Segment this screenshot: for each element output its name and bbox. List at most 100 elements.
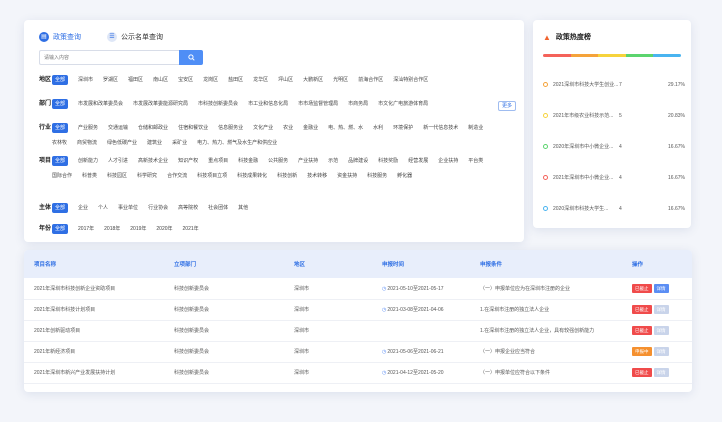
filter-option[interactable]: 市科技创新委员会	[198, 99, 238, 109]
filter-option[interactable]: 农林牧	[52, 138, 67, 148]
filter-option[interactable]: 经营发展	[408, 156, 428, 166]
filter-option[interactable]: 采矿业	[172, 138, 187, 148]
filter-option[interactable]: 金融业	[303, 123, 318, 133]
filter-option[interactable]: 市工业和信息化局	[248, 99, 288, 109]
filter-option[interactable]: 人才引进	[108, 156, 128, 166]
filter-option[interactable]: 绿色低碳产业	[107, 138, 137, 148]
filter-option[interactable]: 市发展改革委能源研究局	[133, 99, 188, 109]
filter-option[interactable]: 产业扶持	[298, 156, 318, 166]
filter-option[interactable]: 品牌建设	[348, 156, 368, 166]
filter-option[interactable]: 知识产权	[178, 156, 198, 166]
filter-option[interactable]: 大鹏新区	[303, 75, 323, 85]
status-button[interactable]: 已截止	[632, 305, 652, 314]
filter-option[interactable]: 制造业	[468, 123, 483, 133]
filter-option[interactable]: 事业单位	[118, 203, 138, 213]
filter-option[interactable]: 高等院校	[178, 203, 198, 213]
filter-option[interactable]: 2017年	[78, 224, 94, 234]
filter-option[interactable]: 全部	[52, 156, 69, 166]
filter-option[interactable]: 市发展和改革委员会	[78, 99, 123, 109]
filter-option[interactable]: 新一代信息技术	[423, 123, 458, 133]
table-row[interactable]: 2021年深圳市科技计划项目 科技创新委员会 深圳市 ◷2021-03-08至2…	[24, 299, 692, 320]
filter-option[interactable]: 深汕特别合作区	[393, 75, 428, 85]
filter-option[interactable]: 企业	[78, 203, 88, 213]
filter-option[interactable]: 电力、热力、燃气及水生产和供应业	[197, 138, 277, 148]
filter-option[interactable]: 社会团体	[208, 203, 228, 213]
hot-ranking-item[interactable]: 2020年深圳市中小微企业... 4 16.67%	[543, 143, 685, 150]
filter-option[interactable]: 福田区	[128, 75, 143, 85]
filter-option[interactable]: 2020年	[156, 224, 172, 234]
filter-option[interactable]: 产业服务	[78, 123, 98, 133]
search-button[interactable]	[179, 50, 203, 65]
hot-ranking-item[interactable]: 2021深圳市科技大学生创业... 7 29.17%	[543, 81, 685, 88]
filter-option[interactable]: 罗湖区	[103, 75, 118, 85]
filter-option[interactable]: 全部	[52, 99, 69, 109]
filter-option[interactable]: 龙岗区	[203, 75, 218, 85]
detail-button[interactable]: 详情	[653, 368, 669, 377]
filter-option[interactable]: 全部	[52, 75, 69, 85]
filter-option[interactable]: 全部	[52, 123, 69, 133]
filter-option[interactable]: 交通运输	[108, 123, 128, 133]
hot-ranking-item[interactable]: 2020深圳市科技大学生... 4 16.67%	[543, 205, 685, 212]
filter-option[interactable]: 市市场监督管理局	[298, 99, 338, 109]
filter-option[interactable]: 示范	[328, 156, 338, 166]
filter-option[interactable]: 住宿和餐饮业	[178, 123, 208, 133]
filter-option[interactable]: 技术转移	[307, 171, 327, 181]
table-row[interactable]: 2021年创新驱动项目 科技创新委员会 深圳市 1.在深圳市注册的独立法人企业，…	[24, 320, 692, 341]
filter-option[interactable]: 2018年	[104, 224, 120, 234]
filter-option[interactable]: 科技园区	[107, 171, 127, 181]
filter-option[interactable]: 企业扶持	[438, 156, 458, 166]
filter-option[interactable]: 坪山区	[278, 75, 293, 85]
filter-option[interactable]: 孵化器	[397, 171, 412, 181]
filter-option[interactable]: 科技服务	[367, 171, 387, 181]
detail-button[interactable]: 详情	[653, 283, 669, 293]
status-button[interactable]: 已截止	[632, 326, 652, 335]
filter-option[interactable]: 资金扶持	[337, 171, 357, 181]
tab-policy-query[interactable]: ▤ 政策查询	[39, 32, 81, 42]
filter-option[interactable]: 2019年	[130, 224, 146, 234]
filter-option[interactable]: 龙华区	[253, 75, 268, 85]
filter-option[interactable]: 市文化广电旅游体育局	[378, 99, 428, 109]
filter-option[interactable]: 科技创新	[277, 171, 297, 181]
filter-option[interactable]: 农业	[283, 123, 293, 133]
tab-public-list-query[interactable]: ☰ 公示名单查询	[107, 32, 163, 42]
filter-option[interactable]: 仓储和邮政业	[138, 123, 168, 133]
filter-option[interactable]: 南山区	[153, 75, 168, 85]
status-button[interactable]: 已截止	[632, 283, 652, 293]
filter-option[interactable]: 国际合作	[52, 171, 72, 181]
filter-option[interactable]: 个人	[98, 203, 108, 213]
filter-option[interactable]: 科技金融	[238, 156, 258, 166]
table-row[interactable]: 2021年新经济项目 科技创新委员会 深圳市 ◷2021-05-06至2021-…	[24, 341, 692, 362]
hot-ranking-item[interactable]: 2021年市级农业科技示范... 5 20.83%	[543, 112, 685, 119]
filter-option[interactable]: 光明区	[333, 75, 348, 85]
filter-option[interactable]: 市商务局	[348, 99, 368, 109]
filter-option[interactable]: 合作交流	[167, 171, 187, 181]
filter-option[interactable]: 科学研究	[137, 171, 157, 181]
filter-option[interactable]: 信息服务业	[218, 123, 243, 133]
filter-option[interactable]: 科普类	[82, 171, 97, 181]
filter-option[interactable]: 文化产业	[253, 123, 273, 133]
status-button[interactable]: 已截止	[632, 368, 652, 377]
filter-option[interactable]: 水利	[373, 123, 383, 133]
filter-option[interactable]: 前海合作区	[358, 75, 383, 85]
filter-option[interactable]: 深圳市	[78, 75, 93, 85]
filter-option[interactable]: 行业协会	[148, 203, 168, 213]
filter-option[interactable]: 创新能力	[78, 156, 98, 166]
table-row[interactable]: 2021年深圳市新兴产业发展扶持计划 科技创新委员会 深圳市 ◷2021-04-…	[24, 362, 692, 383]
filter-option[interactable]: 全部	[52, 203, 69, 213]
detail-button[interactable]: 详情	[653, 347, 669, 356]
search-input[interactable]	[39, 50, 179, 65]
filter-option[interactable]: 科技成果转化	[237, 171, 267, 181]
filter-option[interactable]: 重点项目	[208, 156, 228, 166]
filter-option[interactable]: 其他	[238, 203, 248, 213]
filter-option[interactable]: 宝安区	[178, 75, 193, 85]
filter-option[interactable]: 2021年	[183, 224, 199, 234]
filter-option[interactable]: 全部	[52, 224, 69, 234]
filter-option[interactable]: 盐田区	[228, 75, 243, 85]
more-button[interactable]: 更多	[497, 101, 516, 111]
filter-option[interactable]: 建筑业	[147, 138, 162, 148]
filter-option[interactable]: 平台类	[468, 156, 483, 166]
detail-button[interactable]: 详情	[653, 326, 669, 335]
filter-option[interactable]: 电、热、燃、水	[328, 123, 363, 133]
hot-ranking-item[interactable]: 2021年深圳市中小微企业... 4 16.67%	[543, 174, 685, 181]
filter-option[interactable]: 科技项目立项	[197, 171, 227, 181]
